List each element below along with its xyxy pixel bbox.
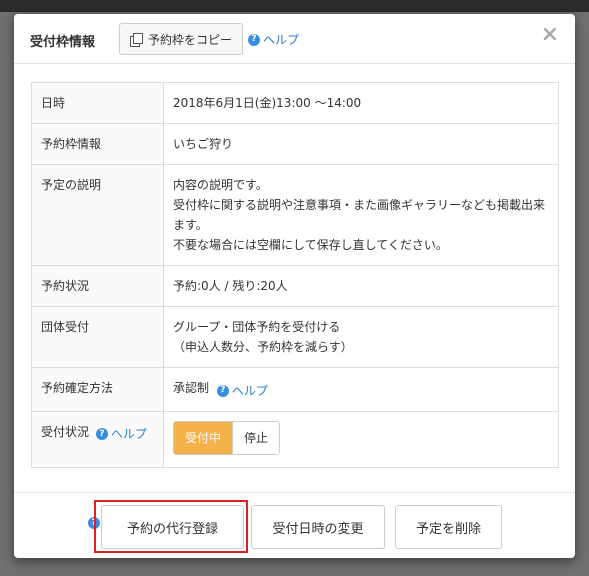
reception-info-modal: 受付枠情報 予約枠をコピー ? ヘルプ × 日時 2018年6月1日(金)13:… — [14, 14, 575, 558]
value-line: 受付枠に関する説明や注意事項・また画像ギャラリーなども掲載出来 — [173, 198, 546, 212]
help-icon: ? — [216, 384, 229, 397]
row-value: グループ・団体予約を受付ける （申込人数分、予約枠を減らす） — [163, 306, 559, 368]
delete-schedule-button[interactable]: 予定を削除 — [395, 505, 502, 549]
table-row: 予約確定方法 承認制 ? ヘルプ — [31, 367, 559, 412]
row-label: 予約状況 — [31, 265, 164, 307]
table-row: 予約枠情報 いちご狩り — [31, 123, 559, 165]
status-accepting-button[interactable]: 受付中 — [174, 421, 233, 454]
row-value: 2018年6月1日(金)13:00 ～14:00 — [163, 82, 559, 124]
value-line: 内容の説明です。 — [173, 178, 268, 192]
row-value: 予約:0人 / 残り:20人 — [163, 265, 559, 307]
row-label: 予定の説明 — [31, 164, 164, 266]
copy-slot-label: 予約枠をコピー — [147, 32, 232, 47]
copy-slot-button[interactable]: 予約枠をコピー — [119, 23, 243, 55]
row-label: 受付状況 ? ヘルプ — [31, 410, 164, 468]
table-row: 受付状況 ? ヘルプ 受付中 停止 — [31, 410, 559, 468]
row-value: 内容の説明です。 受付枠に関する説明や注意事項・また画像ギャラリーなども掲載出来… — [163, 164, 559, 266]
change-datetime-button[interactable]: 受付日時の変更 — [251, 505, 385, 549]
help-label: ヘルプ — [231, 383, 268, 398]
value-line: いちご狩り — [173, 137, 234, 151]
help-label: ヘルプ — [263, 33, 300, 47]
info-table: 日時 2018年6月1日(金)13:00 ～14:00 予約枠情報 いちご狩り … — [31, 82, 559, 468]
modal-title: 受付枠情報 — [30, 35, 96, 50]
row-label: 団体受付 — [31, 306, 164, 368]
table-row: 予約状況 予約:0人 / 残り:20人 — [31, 265, 559, 307]
value-line: 予約:0人 / 残り:20人 — [173, 279, 288, 293]
row-value: 受付中 停止 — [163, 410, 559, 468]
row-label: 日時 — [31, 82, 164, 124]
help-label: ヘルプ — [110, 427, 147, 441]
value-line: 不要な場合には空欄にして保存し直してください。 — [173, 238, 448, 252]
confirm-help-link[interactable]: ? ヘルプ — [216, 381, 268, 401]
status-help-link[interactable]: ? ヘルプ — [95, 424, 147, 444]
copy-icon — [129, 33, 143, 47]
status-stopped-button[interactable]: 停止 — [232, 421, 280, 454]
close-icon[interactable]: × — [541, 24, 559, 46]
value-line: （申込人数分、予約枠を減らす） — [173, 340, 353, 354]
status-label: 受付状況 — [41, 424, 90, 439]
modal-header: 受付枠情報 予約枠をコピー ? ヘルプ × — [14, 14, 575, 64]
value-line: ます。 — [173, 218, 208, 232]
value-line: グループ・団体予約を受付ける — [173, 320, 341, 334]
modal-footer: ? 予約の代行登録 受付日時の変更 予定を削除 — [14, 492, 575, 558]
help-icon: ? — [95, 428, 108, 440]
row-label: 予約枠情報 — [31, 123, 164, 165]
row-value: いちご狩り — [163, 123, 559, 165]
proxy-registration-button[interactable]: 予約の代行登録 — [101, 505, 244, 549]
table-row: 日時 2018年6月1日(金)13:00 ～14:00 — [31, 82, 559, 124]
confirm-method-value: 承認制 — [173, 381, 210, 395]
table-row: 予定の説明 内容の説明です。 受付枠に関する説明や注意事項・また画像ギャラリーな… — [31, 164, 559, 266]
header-help-link[interactable]: ? ヘルプ — [248, 31, 299, 48]
status-toggle: 受付中 停止 — [173, 420, 281, 455]
table-row: 団体受付 グループ・団体予約を受付ける （申込人数分、予約枠を減らす） — [31, 306, 559, 368]
help-icon: ? — [248, 33, 260, 46]
row-label: 予約確定方法 — [31, 367, 164, 412]
row-value: 承認制 ? ヘルプ — [163, 367, 559, 412]
background-top-bar — [0, 0, 589, 12]
value-line: 2018年6月1日(金)13:00 ～14:00 — [173, 96, 362, 110]
